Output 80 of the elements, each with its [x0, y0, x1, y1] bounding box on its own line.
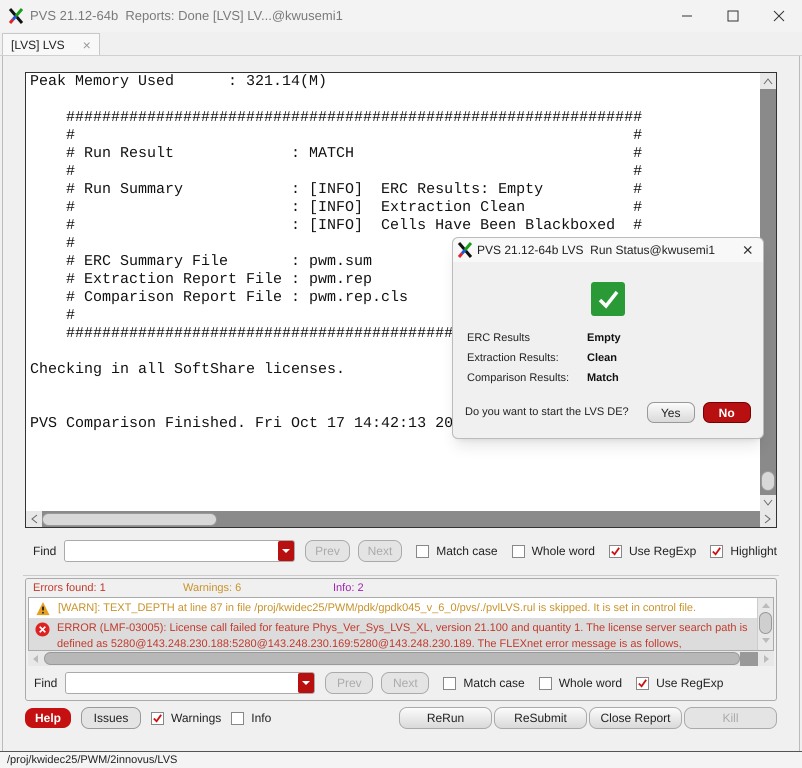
- dialog-button[interactable]: No: [702, 402, 751, 423]
- result-value: Empty: [587, 330, 621, 346]
- action-button[interactable]: ReRun: [399, 707, 492, 729]
- help-button[interactable]: Help: [25, 708, 71, 728]
- result-value: Match: [587, 370, 619, 386]
- result-label: Comparison Results:: [467, 370, 570, 386]
- result-label: ERC Results: [467, 330, 531, 346]
- check-icon: [591, 282, 625, 316]
- log-line: # : [INFO] Cells Have Been Blackboxed #: [65, 217, 642, 235]
- checkbox-label: Whole word: [532, 543, 595, 560]
- log-line: # Run Result : MATCH #: [65, 145, 642, 163]
- issue-count: Errors found: 1: [33, 580, 107, 596]
- issue-count: Warnings: 6: [183, 580, 242, 596]
- find-field[interactable]: [65, 672, 316, 694]
- scroll-down-icon[interactable]: [760, 495, 776, 511]
- scrollbar-thumb[interactable]: [761, 471, 775, 491]
- issue-count: Info: 2: [333, 580, 365, 596]
- scroll-right-icon[interactable]: [760, 511, 776, 527]
- log-line: ################################################################: [65, 109, 642, 127]
- checkbox[interactable]: [710, 544, 724, 558]
- scroll-up-icon[interactable]: [760, 73, 776, 89]
- checkbox-label: Warnings: [171, 710, 222, 727]
- result-value: Clean: [587, 350, 617, 366]
- log-line: # #: [65, 127, 642, 145]
- find-label: Find: [34, 675, 58, 692]
- window-title: PVS 21.12-64b Reports: Done [LVS] LV...@kwusemi1: [30, 7, 343, 26]
- horizontal-scrollbar[interactable]: [28, 651, 774, 666]
- log-line: # Comparison Report File : pwm.rep.cls: [65, 289, 408, 307]
- checkbox[interactable]: [636, 676, 650, 690]
- checkbox[interactable]: [443, 676, 456, 690]
- checkbox[interactable]: [538, 676, 552, 690]
- dialog-button[interactable]: Yes: [646, 402, 695, 423]
- scrollbar-thumb[interactable]: [42, 512, 217, 526]
- checkbox[interactable]: [151, 712, 164, 724]
- checkbox-label: Match case: [463, 675, 525, 692]
- result-label: Extraction Results:: [467, 350, 560, 366]
- close-icon[interactable]: ×: [742, 241, 753, 259]
- logo-icon: [457, 242, 473, 258]
- log-line: ###########################################: [65, 325, 454, 343]
- checkbox-label: Info: [251, 710, 272, 727]
- checkbox[interactable]: [608, 544, 622, 558]
- find-label: Find: [33, 543, 56, 560]
- checkbox-label: Use RegExp: [628, 543, 696, 560]
- checkbox[interactable]: [231, 712, 244, 724]
- dialog-title: PVS 21.12-64b LVS Run Status@kwusemi1: [477, 242, 716, 259]
- find-field[interactable]: [64, 540, 296, 562]
- logo-icon: [8, 8, 24, 24]
- scroll-left-icon[interactable]: [26, 511, 42, 527]
- log-line: PVS Comparison Finished. Fri Oct 17 14:42:13 20: [30, 415, 454, 433]
- log-line: # : [INFO] Extraction Clean #: [65, 199, 642, 217]
- log-line: # #: [65, 163, 642, 181]
- scrollbar-thumb[interactable]: [759, 612, 772, 634]
- tab[interactable]: [LVS] LVS ×: [2, 33, 100, 55]
- dropdown-icon[interactable]: [278, 541, 294, 561]
- action-button[interactable]: Close Report: [589, 707, 682, 729]
- status-text: /proj/kwidec25/PWM/2innovus/LVS: [7, 752, 178, 768]
- log-line: Checking in all SoftShare licenses.: [30, 361, 346, 379]
- action-button[interactable]: ReSubmit: [494, 707, 587, 729]
- log-line: # ERC Summary File : pwm.sum: [65, 253, 372, 271]
- checkbox[interactable]: [416, 544, 430, 558]
- horizontal-scrollbar[interactable]: [26, 511, 776, 527]
- checkbox-label: Highlight: [730, 543, 778, 560]
- issues-button[interactable]: Issues: [81, 707, 141, 729]
- vertical-scrollbar[interactable]: [757, 598, 773, 650]
- issue-message: [WARN]: TEXT_DEPTH at line 87 in file /proj/kwidec25/PWM/pdk/gpdk045_v_6_0/pvs/./pvlLVS.rul is skipped. It is set in control file.: [58, 601, 696, 616]
- checkbox[interactable]: [512, 544, 525, 558]
- scrollbar-thumb[interactable]: [44, 652, 740, 665]
- warning-icon: [35, 601, 51, 616]
- log-line: # Run Summary : [INFO] ERC Results: Empty #: [65, 181, 642, 199]
- dropdown-icon[interactable]: [298, 673, 314, 693]
- log-line: #: [65, 235, 76, 253]
- checkbox-label: Use RegExp: [656, 675, 724, 692]
- checkbox-label: Match case: [436, 543, 498, 560]
- error-icon: [35, 622, 50, 637]
- log-line: Peak Memory Used : 321.14(M): [30, 73, 328, 91]
- dialog-question: Do you want to start the LVS DE?: [465, 405, 629, 420]
- checkbox-label: Whole word: [558, 675, 622, 692]
- log-line: #: [65, 307, 76, 325]
- log-line: # Extraction Report File : pwm.rep: [65, 271, 372, 289]
- issue-message: ERROR (LMF-03005): License call failed for feature Phys_Ver_Sys_LVS_XL, version 21.100 and quantity 1. The license server search path is defined as 5280@143.248.230.188:5280@143.248.230.169:5280@143.248.230.189. The FLEXnet error message is as follows,: [57, 621, 749, 650]
